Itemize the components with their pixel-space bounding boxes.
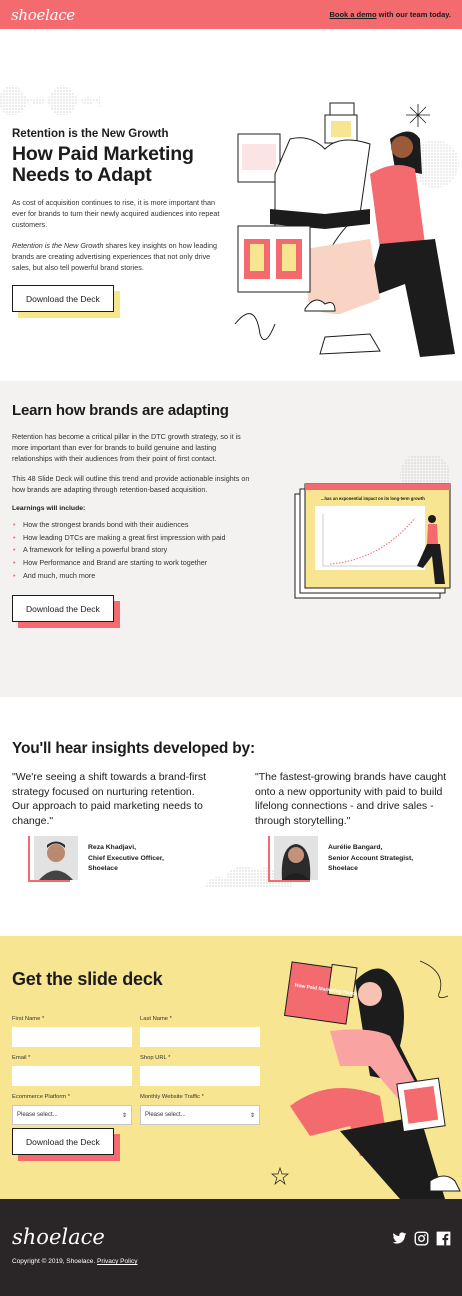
twitter-icon[interactable] (392, 1231, 407, 1246)
last-name-field[interactable] (140, 1027, 260, 1047)
speaker-role: Chief Executive Officer, (88, 854, 164, 862)
traffic-select[interactable]: Please select... ⇕ (140, 1105, 260, 1125)
speaker-name: Aurélie Bangard, (328, 844, 383, 852)
hero-eyebrow: Retention is the New Growth (12, 128, 169, 140)
hero-paragraph-2: Retention is the New Growth shares key i… (12, 240, 217, 273)
copyright: Copyright © 2019, Shoelace. Privacy Poli… (12, 1258, 138, 1265)
speaker-aurelie: Aurélie Bangard, Senior Account Strategi… (268, 836, 414, 882)
list-item: How the strongest brands bond with their… (12, 519, 258, 532)
list-item: A framework for telling a powerful brand… (12, 544, 258, 557)
download-deck-button[interactable]: Download the Deck (12, 594, 114, 622)
speaker-company: Shoelace (328, 865, 358, 873)
learn-paragraph-2: This 48 Slide Deck will outline this tre… (12, 473, 250, 494)
slide-deck-illustration: ...has an exponential impact on its long… (294, 456, 451, 599)
first-name-field[interactable] (12, 1027, 132, 1047)
quote-2: "The fastest-growing brands have caught … (255, 771, 447, 827)
insights-section: You'll hear insights developed by: "We'r… (0, 697, 462, 936)
email-label: Email * (12, 1055, 31, 1061)
insights-title: You'll hear insights developed by: (12, 740, 255, 757)
book-demo-link[interactable]: Book a demo (329, 10, 376, 19)
demo-cta: Book a demo with our team today. (329, 10, 451, 19)
select-arrows-icon: ⇕ (249, 1112, 255, 1119)
first-name-label: First Name * (12, 1016, 45, 1022)
hero-illustration (234, 102, 459, 357)
traffic-label: Monthly Website Traffic * (140, 1094, 204, 1100)
email-field[interactable] (12, 1066, 132, 1086)
signup-form: First Name * Last Name * Email * Shop UR… (12, 1016, 260, 1133)
speaker-name: Reza Khadjavi, (88, 844, 136, 852)
list-item: How leading DTCs are making a great firs… (12, 532, 258, 545)
shop-url-label: Shop URL * (140, 1055, 171, 1061)
slide-title: ...has an exponential impact on its long… (321, 496, 425, 501)
speaker-role: Senior Account Strategist, (328, 854, 414, 862)
download-deck-button[interactable]: Download the Deck (12, 1128, 114, 1155)
download-deck-button[interactable]: Download the Deck (12, 285, 114, 313)
hero-section: Retention is the New Growth How Paid Mar… (0, 29, 462, 381)
form-illustration: How Paid Marketing Needs To Adapt (271, 960, 461, 1199)
select-arrows-icon: ⇕ (121, 1112, 127, 1119)
footer-logo[interactable]: shoelace (12, 1225, 105, 1249)
speaker-reza: Reza Khadjavi, Chief Executive Officer, … (28, 836, 164, 882)
quote-1: "We're seeing a shift towards a brand-fi… (12, 771, 207, 827)
platform-label: Ecommerce Platform * (12, 1094, 70, 1100)
speaker-company: Shoelace (88, 865, 118, 873)
social-links (392, 1231, 451, 1246)
form-section: Get the slide deck First Name * Last Nam… (0, 936, 462, 1199)
learn-paragraph-1: Retention has become a critical pillar i… (12, 432, 241, 464)
privacy-policy-link[interactable]: Privacy Policy (97, 1258, 137, 1265)
hero-title: How Paid Marketing Needs to Adapt (12, 143, 194, 186)
hero-paragraph-1: As cost of acquisition continues to rise… (12, 198, 220, 230)
avatar (268, 836, 318, 882)
footer: shoelace Copyright © 2019, Shoelace. Pri… (0, 1199, 462, 1296)
last-name-label: Last Name * (140, 1016, 172, 1022)
facebook-icon[interactable] (436, 1231, 451, 1246)
logo[interactable]: shoelace (11, 6, 75, 24)
form-title: Get the slide deck (12, 969, 163, 989)
platform-select[interactable]: Please select... ⇕ (12, 1105, 132, 1125)
instagram-icon[interactable] (414, 1231, 429, 1246)
top-bar: shoelace Book a demo with our team today… (0, 0, 462, 29)
avatar (28, 836, 78, 882)
learnings-list: How the strongest brands bond with their… (12, 519, 258, 583)
list-item: And much, much more (12, 570, 258, 583)
learnings-label: Learnings will include: (12, 505, 86, 513)
dotted-wave-decoration (0, 85, 100, 115)
learn-title: Learn how brands are adapting (12, 402, 229, 419)
list-item: How Performance and Brand are starting t… (12, 557, 258, 570)
shop-url-field[interactable] (140, 1066, 260, 1086)
learn-section: Learn how brands are adapting Retention … (0, 381, 462, 697)
